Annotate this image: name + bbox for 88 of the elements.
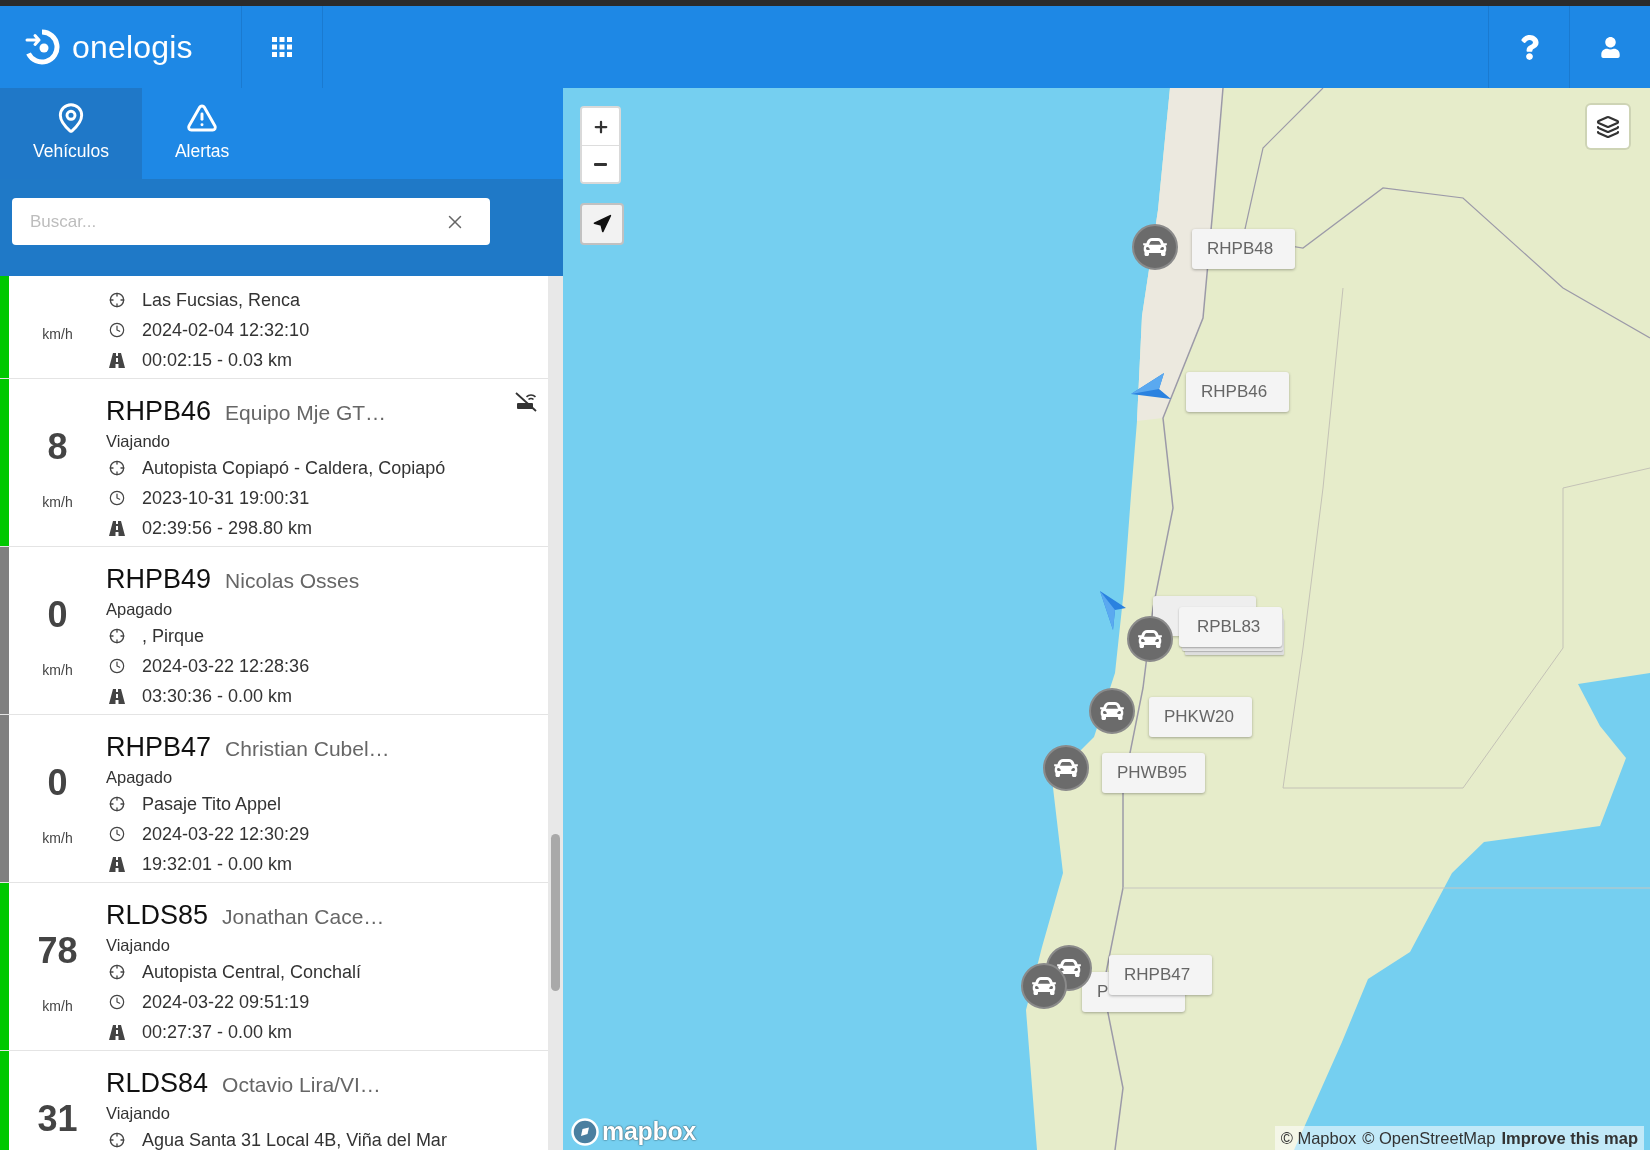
address-text: , Pirque <box>142 625 205 647</box>
vehicle-name: Nicolas Osses <box>225 569 360 593</box>
crosshair-icon <box>109 796 125 812</box>
vehicle-row[interactable]: 0 km/h RHPB49 Nicolas Osses Apagado , Pirque 2024-03-22 12:28:36 03:30:36 - 0.00 km <box>0 547 548 715</box>
vehicle-status: Apagado <box>106 767 174 788</box>
navigation-arrow-icon[interactable] <box>1131 373 1171 399</box>
address-text: Agua Santa 31 Local 4B, Viña del Mar <box>142 1129 447 1150</box>
tab[interactable]: Alertas <box>141 88 263 179</box>
speed-value: 31 <box>37 1097 78 1141</box>
timestamp-text: 2024-03-22 12:28:36 <box>142 655 310 677</box>
vehicle-label[interactable]: RHPB46 <box>1186 372 1289 412</box>
plate-number: RLDS85 <box>106 899 209 932</box>
vehicle-row[interactable]: 78 km/h RLDS85 Jonathan Cace… Viajando Autopista Central, Conchalí 2024-03-22 09:51:19 00:27:37 - 0.00 km <box>0 883 548 1051</box>
speed-unit: km/h <box>42 661 73 679</box>
attribution-link[interactable]: © OpenStreetMap <box>1362 1128 1496 1148</box>
timestamp-text: 2024-03-22 12:30:29 <box>142 823 310 845</box>
brand-name: onelogis <box>72 28 193 66</box>
vehicle-name: Octavio Lira/VI… <box>222 1073 381 1097</box>
crosshair-icon <box>109 964 125 980</box>
address-text: Autopista Central, Conchalí <box>142 961 362 983</box>
warning-icon <box>186 102 219 134</box>
clock-icon <box>109 826 125 842</box>
vehicle-label[interactable]: RHPB48 <box>1192 229 1295 269</box>
vehicle-row[interactable]: km/h Las Fucsias, Renca 2024-02-04 12:32:10 00:02:15 - 0.03 km <box>0 276 548 379</box>
road-icon <box>109 1024 125 1040</box>
speed-unit: km/h <box>42 325 73 343</box>
road-icon <box>109 856 125 872</box>
trip-summary-text: 02:39:56 - 298.80 km <box>142 517 313 539</box>
speed-value: 0 <box>47 593 68 637</box>
locate-button[interactable] <box>580 203 624 245</box>
vehicle-label[interactable]: PHKW20 <box>1149 697 1252 737</box>
trip-summary-text: 00:02:15 - 0.03 km <box>142 349 293 371</box>
road-icon <box>109 520 125 536</box>
road-icon <box>109 352 125 368</box>
layers-button[interactable] <box>1587 105 1629 148</box>
vehicle-name: Equipo Mje GT… <box>225 401 387 425</box>
search-field[interactable]: Buscar... <box>12 198 490 245</box>
speed-value: 78 <box>37 929 78 973</box>
layers-icon <box>1596 114 1620 139</box>
scrollbar-thumb[interactable] <box>551 834 560 991</box>
vehicle-label[interactable]: RHPB47 <box>1109 955 1212 995</box>
vehicle-label[interactable]: PHWB95 <box>1102 753 1205 793</box>
minus-icon <box>594 162 607 166</box>
clock-icon <box>109 994 125 1010</box>
logo-text: mapbox <box>602 1117 697 1146</box>
vehicle-status: Viajando <box>106 431 171 452</box>
speed-unit: km/h <box>42 829 73 847</box>
timestamp-text: 2024-02-04 12:32:10 <box>142 319 310 341</box>
speed-unit: km/h <box>42 493 73 511</box>
plate-number: RHPB47 <box>106 731 212 764</box>
address-text: Las Fucsias, Renca <box>142 289 301 311</box>
navigation-icon <box>592 214 612 234</box>
crosshair-icon <box>109 628 125 644</box>
trip-summary-text: 00:27:37 - 0.00 km <box>142 1021 293 1043</box>
vehicle-name: Jonathan Cace… <box>222 905 385 929</box>
clock-icon <box>109 490 125 506</box>
tab[interactable]: Vehículos <box>0 88 142 179</box>
speed-value: 0 <box>47 761 68 805</box>
road-icon <box>109 688 125 704</box>
clock-icon <box>109 658 125 674</box>
attribution-link[interactable]: Improve this map <box>1501 1128 1638 1148</box>
plate-number: RHPB46 <box>106 395 212 428</box>
trip-summary-text: 19:32:01 - 0.00 km <box>142 853 293 875</box>
navigation-arrow-icon[interactable] <box>1100 591 1126 630</box>
crosshair-icon <box>109 1132 125 1148</box>
timestamp-text: 2024-03-22 09:51:19 <box>142 991 310 1013</box>
vehicle-row[interactable]: 8 km/h RHPB46 Equipo Mje GT… Viajando Autopista Copiapó - Caldera, Copiapó 2023-10-31 19:00:31 02:39:56 - 298.80 km <box>0 379 548 547</box>
scrollbar-track[interactable] <box>548 276 563 1150</box>
logo-icon <box>24 29 60 65</box>
zoom-out-button[interactable] <box>582 145 619 182</box>
user-icon <box>1599 36 1621 58</box>
plate-number: RLDS84 <box>106 1067 209 1100</box>
crosshair-icon <box>109 292 125 308</box>
vehicle-status: Viajando <box>106 935 171 956</box>
timestamp-text: 2023-10-31 19:00:31 <box>142 487 310 509</box>
plate-number: RHPB49 <box>106 563 212 596</box>
address-text: Autopista Copiapó - Caldera, Copiapó <box>142 457 446 479</box>
trip-summary-text: 03:30:36 - 0.00 km <box>142 685 293 707</box>
crosshair-icon <box>109 460 125 476</box>
address-text: Pasaje Tito Appel <box>142 793 282 815</box>
vehicle-name: Christian Cubel… <box>225 737 390 761</box>
speed-value: 8 <box>47 425 68 469</box>
clock-icon <box>109 322 125 338</box>
attribution-link[interactable]: © Mapbox <box>1280 1128 1357 1148</box>
speed-unit: km/h <box>42 997 73 1015</box>
vehicle-status: Viajando <box>106 1103 171 1124</box>
vehicle-row[interactable]: 0 km/h RHPB47 Christian Cubel… Apagado Pasaje Tito Appel 2024-03-22 12:30:29 19:32:01 - 0.00 km <box>0 715 548 883</box>
vehicle-status: Apagado <box>106 599 174 620</box>
